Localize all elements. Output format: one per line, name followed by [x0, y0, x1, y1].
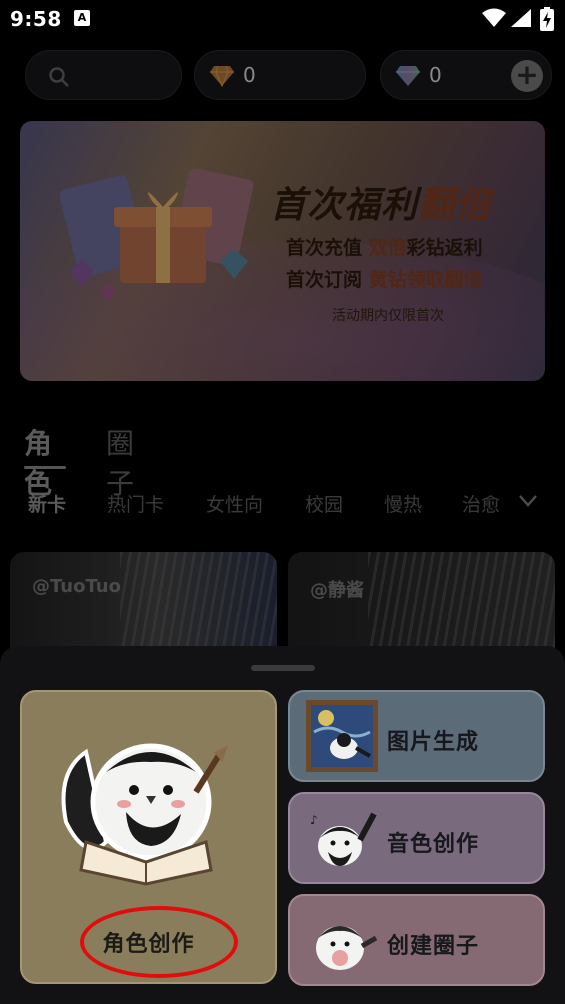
- orange-gem-icon: [210, 65, 234, 87]
- voice-creation-button[interactable]: ♪ 音色创作: [288, 792, 545, 884]
- banner-line1-prefix: 首次充值: [286, 237, 369, 259]
- banner-line-subscribe: 首次订阅 黄钻领取翻倍: [286, 265, 483, 292]
- gift-box-icon: [60, 168, 254, 301]
- voice-creation-label: 音色创作: [387, 832, 480, 857]
- notification-icon: A: [74, 10, 90, 26]
- create-bottom-sheet: 角色创作 图片生成 ♪ 音色创作 创建圈子: [0, 646, 565, 1004]
- banner-line1-highlight: 双倍: [368, 237, 407, 259]
- sheet-drag-handle[interactable]: [251, 665, 315, 671]
- tab-indicator: [24, 466, 66, 469]
- category-tab-hot[interactable]: 热门卡: [107, 490, 164, 517]
- rainbow-gem-balance[interactable]: 0 +: [380, 50, 552, 100]
- image-generation-button[interactable]: 图片生成: [288, 690, 545, 782]
- banner-note: 活动期内仅限首次: [332, 308, 444, 324]
- banner-line-recharge: 首次充值 双倍彩钻返利: [286, 233, 483, 260]
- banner-title-main: 首次福利: [270, 185, 419, 226]
- singing-bird-icon: ♪: [310, 812, 377, 866]
- wifi-icon: [482, 8, 506, 27]
- category-tab-female[interactable]: 女性向: [206, 490, 263, 517]
- chevron-down-icon[interactable]: [518, 494, 538, 508]
- battery-icon: [540, 7, 554, 31]
- banner-line1-suffix: 彩钻返利: [406, 237, 483, 259]
- bird-writing-icon: [61, 743, 228, 886]
- rainbow-gem-count: 0: [429, 63, 442, 87]
- orange-gem-balance[interactable]: 0: [194, 50, 366, 100]
- category-tab-healing[interactable]: 治愈: [462, 490, 502, 517]
- orange-gem-count: 0: [243, 63, 256, 87]
- create-circle-label: 创建圈子: [387, 934, 480, 959]
- banner-title: 首次福利翻倍: [270, 176, 492, 228]
- category-tab-campus[interactable]: 校园: [305, 490, 343, 517]
- category-tabs: 新卡 热门卡 女性向 校园 慢热 治愈: [0, 490, 565, 520]
- card-author: @TuoTuo: [32, 576, 121, 597]
- card-author: @静酱: [310, 580, 364, 601]
- create-circle-button[interactable]: 创建圈子: [288, 894, 545, 986]
- promo-banner[interactable]: 首次福利翻倍 首次充值 双倍彩钻返利 首次订阅 黄钻领取翻倍 活动期内仅限首次: [20, 121, 545, 381]
- highlight-circle: [80, 906, 238, 978]
- status-bar: 9:58 A: [0, 0, 565, 40]
- painting-icon: [306, 700, 378, 772]
- status-time: 9:58: [10, 7, 62, 31]
- add-gem-button[interactable]: +: [511, 60, 543, 92]
- banner-line2-prefix: 首次订阅: [286, 269, 369, 291]
- rainbow-gem-icon: [396, 66, 420, 86]
- svg-text:♪: ♪: [310, 813, 318, 827]
- banner-line2-highlight: 黄钻领取翻倍: [368, 269, 483, 291]
- search-button[interactable]: [25, 50, 182, 100]
- top-bar: 0 0 +: [0, 50, 565, 100]
- signal-icon: [511, 9, 531, 27]
- banner-title-accent: 翻倍: [418, 185, 493, 226]
- category-tab-new[interactable]: 新卡: [28, 490, 66, 517]
- search-icon: [49, 67, 69, 87]
- bird-hug-icon: [316, 926, 378, 970]
- category-tab-slow-burn[interactable]: 慢热: [384, 490, 422, 517]
- image-generation-label: 图片生成: [387, 730, 480, 755]
- character-creation-button[interactable]: 角色创作: [20, 690, 277, 984]
